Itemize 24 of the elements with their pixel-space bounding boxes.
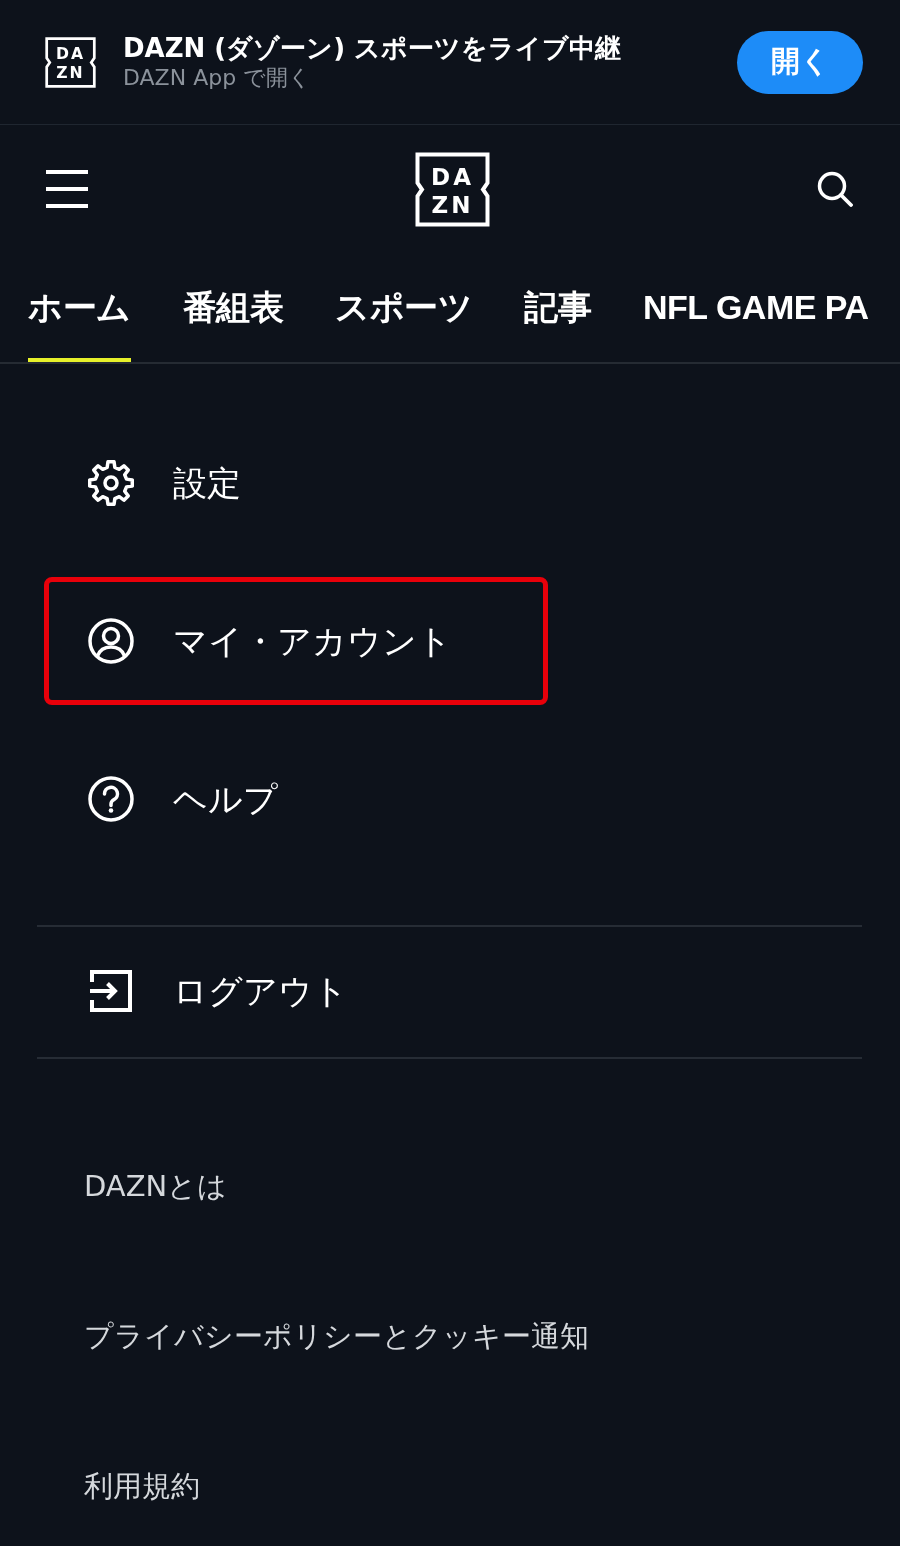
site-logo[interactable]: DA ZN <box>415 151 490 227</box>
menu-item[interactable]: ログアウト <box>44 927 548 1055</box>
search-button[interactable] <box>817 171 853 207</box>
nav-tab[interactable]: ホーム <box>28 253 131 362</box>
nav-tab[interactable]: 記事 <box>524 253 591 362</box>
footer-link[interactable]: プライバシーポリシーとクッキー通知 <box>84 1316 589 1356</box>
user-circle-icon <box>88 618 134 664</box>
menu-item[interactable]: マイ・アカウント <box>44 577 548 705</box>
footer-link[interactable]: 利用規約 <box>84 1466 200 1506</box>
search-icon <box>817 171 853 207</box>
menu-item[interactable]: 設定 <box>44 419 548 547</box>
menu-item[interactable]: ヘルプ <box>44 735 548 863</box>
banner-subtitle: DAZN App で開く <box>123 63 313 92</box>
nav-tab[interactable]: 番組表 <box>182 253 283 362</box>
app-logo: DA ZN <box>45 36 96 88</box>
question-circle-icon <box>88 776 134 822</box>
footer-link[interactable]: DAZNとは <box>84 1166 228 1206</box>
menu-icon <box>46 170 88 208</box>
logout-icon <box>88 968 134 1014</box>
nav-tab[interactable]: NFL GAME PA <box>643 253 869 362</box>
gear-icon <box>88 460 134 506</box>
menu-button[interactable] <box>46 170 88 208</box>
nav-tab[interactable]: スポーツ <box>335 253 472 362</box>
banner-title: DAZN (ダゾーン) スポーツをライブ中継 <box>123 32 623 64</box>
